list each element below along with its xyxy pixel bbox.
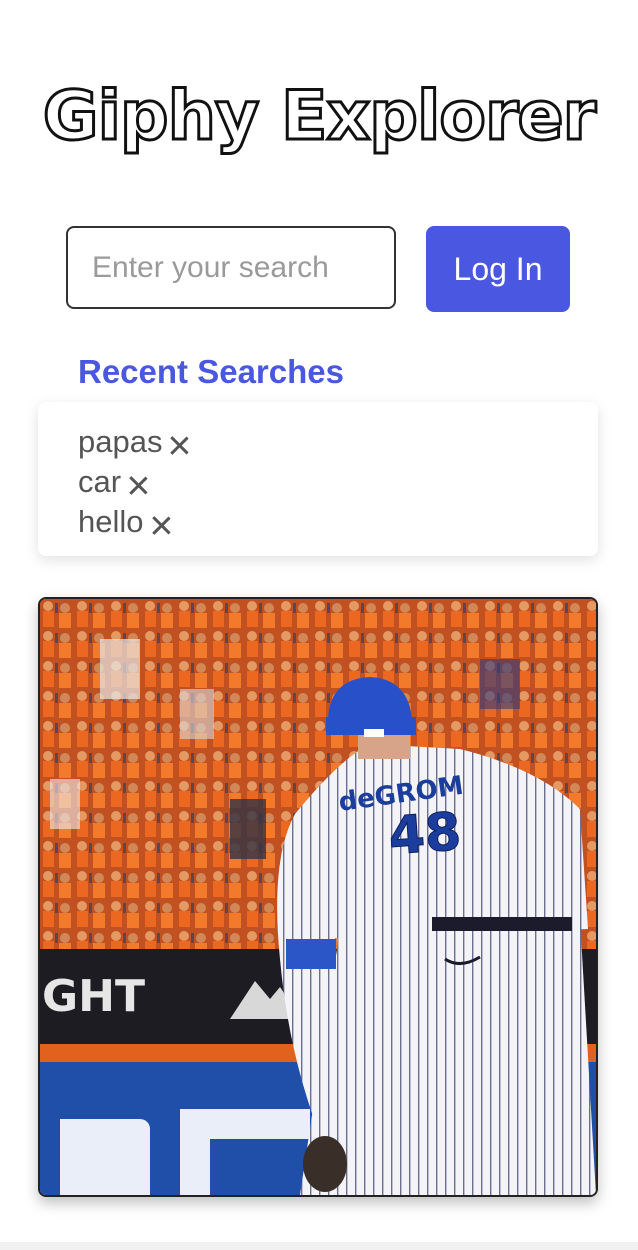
bottom-edge [0, 1242, 638, 1250]
gif-image: GHT deGROM 48 [40, 599, 596, 1195]
page: Giphy Explorer Log In Recent Searches pa… [0, 0, 638, 1250]
recent-search-item: car [78, 462, 558, 502]
close-icon[interactable] [129, 476, 147, 494]
recent-search-term[interactable]: hello [78, 504, 144, 540]
recent-searches-panel: papas car hello [38, 402, 598, 556]
jersey-number: 48 [387, 802, 463, 867]
recent-search-term[interactable]: papas [78, 424, 162, 460]
recent-search-item: hello [78, 502, 558, 542]
gif-result-card[interactable]: GHT deGROM 48 [38, 597, 598, 1197]
banner-text: GHT [42, 971, 145, 1022]
recent-search-item: papas [78, 422, 558, 462]
search-input[interactable] [66, 226, 396, 309]
login-button[interactable]: Log In [426, 226, 570, 312]
recent-search-term[interactable]: car [78, 464, 121, 500]
recent-searches-heading: Recent Searches [78, 353, 344, 390]
close-icon[interactable] [152, 516, 170, 534]
close-icon[interactable] [170, 436, 188, 454]
recent-searches-list: papas car hello [78, 422, 558, 542]
page-title: Giphy Explorer [41, 76, 597, 158]
